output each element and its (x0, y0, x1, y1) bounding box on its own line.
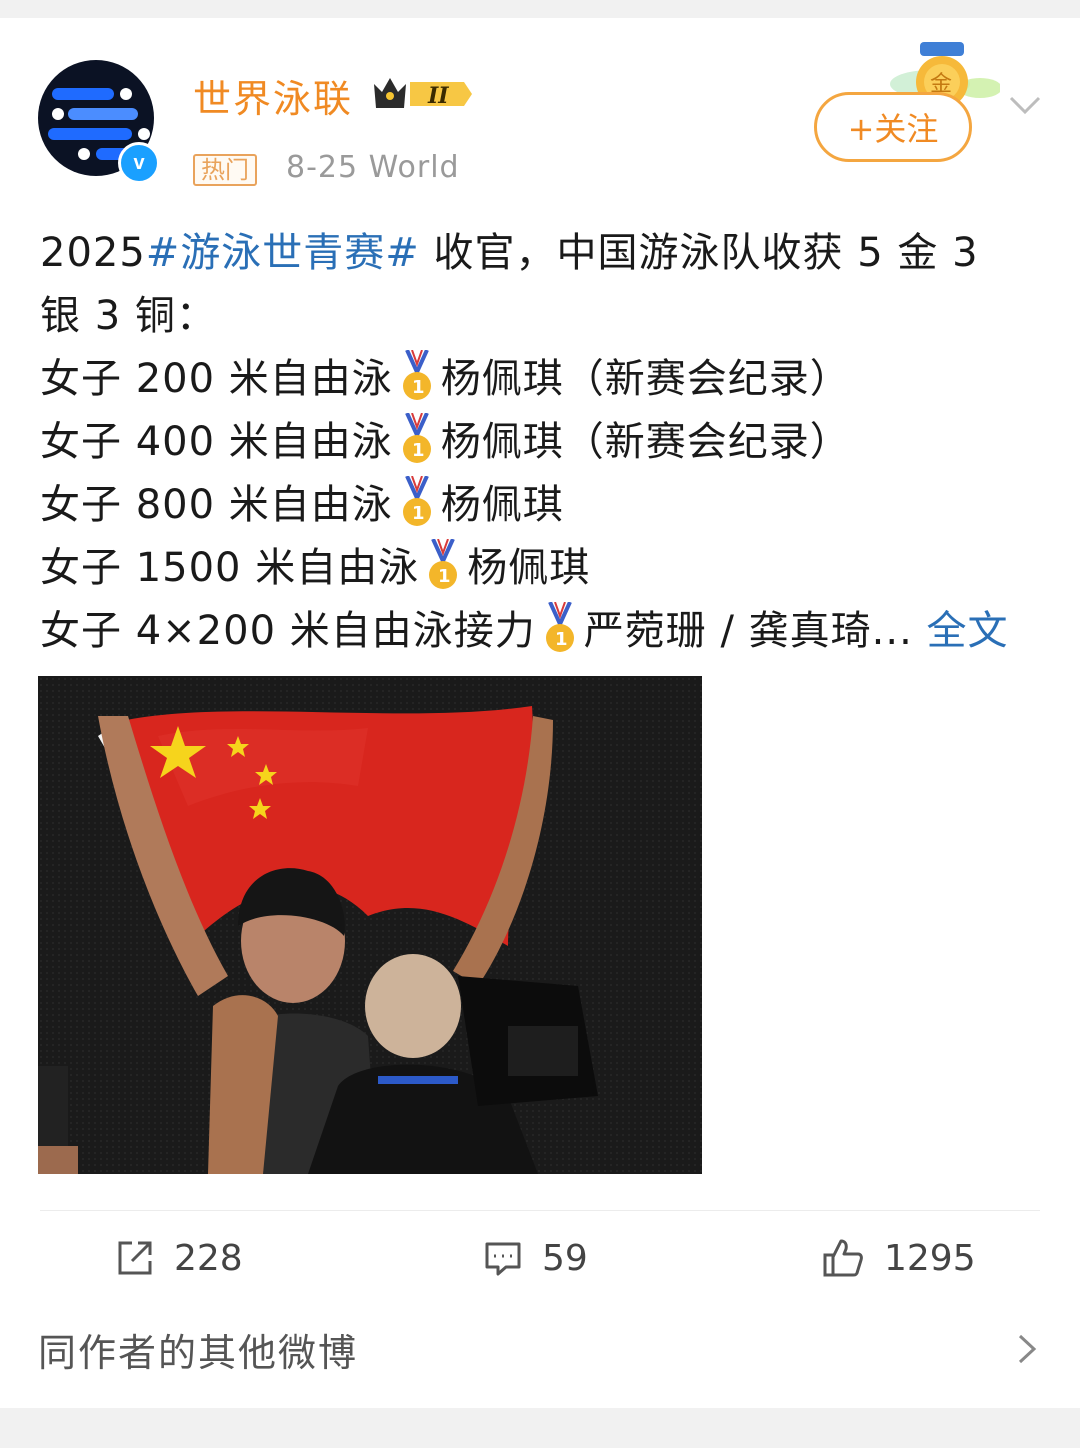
gold-medal-icon: 1 (402, 350, 431, 400)
follow-button[interactable]: +关注 (814, 92, 972, 162)
result-line: 女子 200 米自由泳 1 杨佩琪（新赛会纪录） (40, 348, 1050, 411)
svg-text:1: 1 (438, 566, 452, 587)
comment-count: 59 (542, 1237, 588, 1279)
like-button[interactable]: 1295 (822, 1232, 976, 1284)
result-line: 女子 800 米自由泳 1 杨佩琪 (40, 474, 1050, 537)
photo-illustration (38, 676, 702, 1174)
svg-text:1: 1 (412, 503, 426, 524)
repost-icon (118, 1241, 152, 1275)
post-photo[interactable] (38, 676, 702, 1174)
svg-text:1: 1 (412, 377, 426, 398)
repost-button[interactable]: 228 (116, 1232, 243, 1284)
result-line: 女子 4×200 米自由泳接力 1 严菀珊 / 龚真琦... 全文 (40, 600, 1050, 663)
svg-text:1: 1 (555, 629, 569, 650)
chevron-down-icon[interactable] (1008, 92, 1042, 118)
result-line: 女子 1500 米自由泳 1 杨佩琪 (40, 537, 1050, 600)
post-line: 银 3 铜： (40, 293, 217, 339)
divider (40, 1210, 1040, 1211)
full-text-link[interactable]: 全文 (927, 608, 1009, 654)
repost-count: 228 (174, 1237, 243, 1279)
post-meta: 8-25 World (286, 150, 460, 185)
comment-icon (485, 1242, 521, 1276)
verified-icon: v (118, 142, 160, 184)
post-line: 2025#游泳世青赛# 收官，中国游泳队收获 5 金 3 (40, 230, 979, 276)
like-count: 1295 (884, 1237, 976, 1279)
hashtag-link[interactable]: #游泳世青赛# (146, 230, 420, 276)
svg-text:II: II (427, 83, 449, 109)
more-posts-row[interactable]: 同作者的其他微博 (0, 1292, 1080, 1408)
vip-level-badge-icon: II (374, 78, 472, 109)
hot-tag: 热门 (193, 154, 257, 186)
more-posts-label: 同作者的其他微博 (38, 1331, 359, 1375)
gold-medal-icon: 1 (402, 476, 431, 526)
post-card: v 世界泳联 II 热门 8-25 World 金 +关注 2025#游泳世青赛… (0, 18, 1080, 1308)
comment-button[interactable]: 59 (484, 1232, 588, 1284)
thumbs-up-icon (823, 1239, 863, 1277)
gold-medal-icon: 1 (545, 602, 574, 652)
gold-medal-icon: 1 (402, 413, 431, 463)
chevron-right-icon (1018, 1334, 1037, 1364)
gold-medal-icon: 1 (429, 539, 458, 589)
username[interactable]: 世界泳联 (193, 68, 353, 123)
result-line: 女子 400 米自由泳 1 杨佩琪（新赛会纪录） (40, 411, 1050, 474)
svg-text:1: 1 (412, 440, 426, 461)
post-body: 2025#游泳世青赛# 收官，中国游泳队收获 5 金 3 银 3 铜： 女子 2… (40, 222, 1050, 663)
